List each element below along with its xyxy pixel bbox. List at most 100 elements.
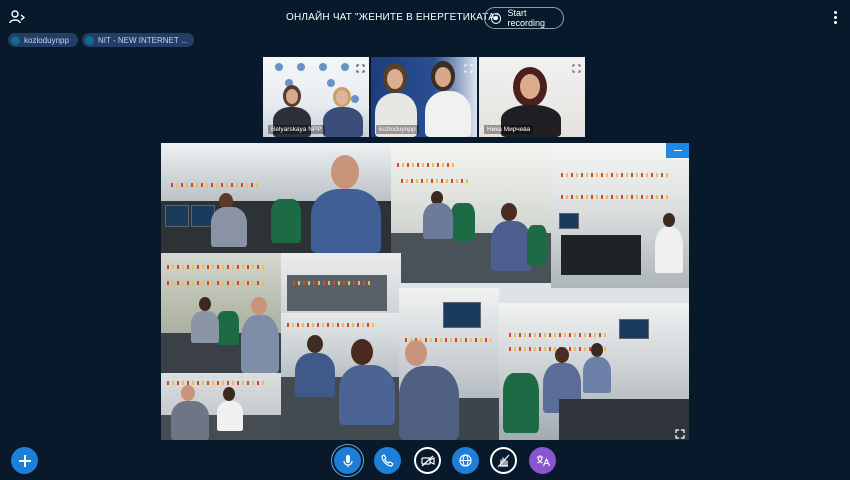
camera-off-icon	[420, 455, 435, 466]
indicator-lights	[401, 179, 471, 183]
logo-mark	[351, 95, 359, 103]
indicator-lights	[167, 381, 267, 385]
worker-head	[331, 155, 359, 189]
indicator-lights	[509, 333, 609, 337]
video-tile-belyarskaya[interactable]: Belyarskaya NPP	[263, 57, 369, 137]
worker-head	[591, 343, 603, 357]
breakout-pill-kozloduynpp[interactable]: kozloduynpp	[8, 33, 78, 47]
actions-plus-button[interactable]	[11, 447, 38, 474]
microphone-button[interactable]	[334, 447, 361, 474]
worker-head	[555, 347, 569, 363]
participant-name: Belyarskaya NPP	[268, 125, 325, 134]
chair	[217, 311, 239, 345]
control-room-photo	[161, 373, 281, 440]
chair	[503, 373, 539, 433]
monitor	[559, 213, 579, 229]
participant-name: Ника Мирчева	[484, 125, 534, 134]
chair	[527, 225, 547, 265]
participant-body	[323, 107, 363, 137]
worker	[241, 315, 279, 373]
control-room-photo	[391, 143, 551, 283]
worker-head	[501, 203, 517, 221]
translate-icon	[536, 455, 550, 467]
worker	[311, 189, 381, 253]
control-room-photo	[551, 143, 689, 288]
control-room-photo	[161, 253, 281, 373]
control-room-photo	[281, 313, 399, 440]
worker	[583, 357, 611, 393]
control-room-photo	[399, 288, 499, 440]
worker-head	[223, 387, 235, 401]
participant-face	[387, 69, 403, 89]
record-icon	[491, 12, 502, 24]
participant-body	[425, 91, 471, 137]
worker-head	[199, 297, 211, 311]
logo-mark	[327, 79, 335, 87]
control-room-photo	[499, 303, 689, 440]
kebab-menu-icon[interactable]	[830, 10, 840, 26]
control-room-photo	[161, 143, 391, 253]
breakout-pill-label: kozloduynpp	[24, 35, 69, 45]
user-tag-icon	[11, 35, 20, 45]
expand-icon[interactable]	[464, 60, 473, 73]
video-tiles: Belyarskaya NPP kozloduynpp Ника Мирчева	[263, 57, 586, 137]
logo-mark	[319, 63, 327, 71]
worker	[211, 207, 247, 247]
leave-audio-button[interactable]	[374, 447, 401, 474]
chair	[271, 199, 301, 243]
participant-face	[336, 90, 348, 105]
indicator-lights	[293, 281, 373, 285]
control-desk	[559, 399, 689, 440]
video-tile-kozloduynpp[interactable]: kozloduynpp	[371, 57, 477, 137]
manage-users-icon[interactable]	[9, 9, 27, 25]
control-room-photo	[281, 253, 401, 313]
worker	[295, 353, 335, 397]
indicator-lights	[167, 265, 267, 269]
monitor	[443, 302, 481, 328]
screen-share[interactable]	[161, 143, 689, 440]
fullscreen-icon[interactable]	[675, 426, 685, 439]
worker	[655, 227, 683, 273]
phone-icon	[381, 454, 394, 467]
chair	[451, 203, 475, 241]
worker	[171, 401, 209, 440]
monitor	[165, 205, 189, 227]
participant-name: kozloduynpp	[376, 125, 419, 134]
worker-head	[307, 335, 323, 353]
indicator-lights	[171, 183, 261, 187]
worker	[491, 221, 531, 271]
video-button[interactable]	[414, 447, 441, 474]
indicator-lights	[561, 195, 671, 199]
participant-face	[286, 89, 298, 104]
worker-head	[405, 340, 427, 366]
worker	[217, 401, 243, 431]
worker	[191, 311, 219, 343]
worker-head	[663, 213, 675, 227]
breakout-pill-label: NIT - NEW INTERNET ...	[98, 35, 188, 45]
start-recording-label: Start recording	[507, 8, 545, 28]
worker-head	[351, 339, 373, 365]
logo-mark	[275, 63, 283, 71]
screenshare-button[interactable]	[452, 447, 479, 474]
indicator-lights	[287, 323, 377, 327]
start-recording-button[interactable]: Start recording	[484, 7, 564, 29]
reactions-button[interactable]	[490, 447, 517, 474]
worker-head	[181, 385, 195, 401]
monitor	[619, 319, 649, 339]
plus-icon	[18, 454, 31, 467]
worker	[339, 365, 395, 425]
expand-icon[interactable]	[572, 60, 581, 73]
logo-mark	[341, 63, 349, 71]
expand-icon[interactable]	[356, 60, 365, 73]
meeting-title: ОНЛАЙН ЧАТ "ЖЕНИТЕ В ЕНЕРГЕТИКАТА"	[286, 12, 499, 23]
breakout-pill-nit[interactable]: NIT - NEW INTERNET ...	[82, 33, 194, 47]
indicator-lights	[397, 163, 457, 167]
video-tile-nika-mircheva[interactable]: Ника Мирчева	[479, 57, 585, 137]
worker-head	[251, 297, 267, 315]
participant-face	[435, 67, 451, 87]
minimize-button[interactable]	[666, 143, 689, 158]
control-desk	[561, 235, 641, 275]
microphone-icon	[342, 454, 353, 467]
worker	[399, 366, 459, 440]
translate-button[interactable]	[529, 447, 556, 474]
